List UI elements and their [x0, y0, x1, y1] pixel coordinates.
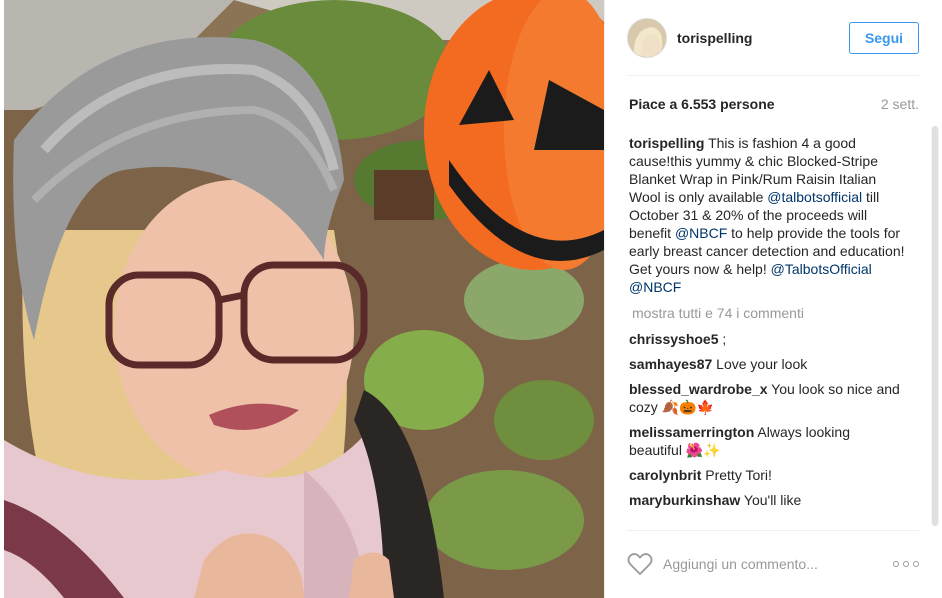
comment-item: samhayes87 Love your look	[629, 355, 905, 373]
post-time[interactable]: 2 sett.	[881, 96, 919, 112]
heart-outline-icon[interactable]	[627, 552, 653, 576]
selfie-image	[4, 0, 604, 598]
header-divider	[627, 75, 919, 76]
comment-bar	[627, 546, 919, 582]
comments-list: torispelling This is fashion 4 a good ca…	[629, 134, 905, 528]
dot	[893, 561, 899, 567]
dot	[913, 561, 919, 567]
comment-item: maryburkinshaw You'll like	[629, 491, 905, 509]
comment-item: carolynbrit Pretty Tori!	[629, 466, 905, 484]
avatar[interactable]	[627, 18, 667, 58]
add-comment-input[interactable]	[663, 556, 893, 572]
comment-username[interactable]: carolynbrit	[629, 467, 701, 483]
more-options-icon[interactable]	[893, 559, 919, 569]
comment-username[interactable]: blessed_wardrobe_x	[629, 381, 768, 397]
post-caption: torispelling This is fashion 4 a good ca…	[629, 134, 905, 296]
post-details-panel: torispelling Segui Piace a 6.553 persone…	[604, 0, 942, 598]
comment-text: You'll like	[740, 492, 802, 508]
scrollbar-thumb[interactable]	[932, 126, 938, 526]
avatar-image	[628, 19, 666, 57]
post-photo[interactable]	[4, 0, 604, 598]
likes-row: Piace a 6.553 persone 2 sett.	[629, 94, 919, 114]
comment-text: ;	[718, 331, 727, 347]
comment-item: melissamerrington Always looking beautif…	[629, 423, 905, 459]
comment-text: Love your look	[712, 356, 808, 372]
view-all-comments-link[interactable]: mostra tutti e 74 i commenti	[632, 304, 905, 322]
mention-link[interactable]: @TalbotsOfficial	[771, 261, 872, 277]
likes-count[interactable]: Piace a 6.553 persone	[629, 96, 775, 112]
comment-username[interactable]: melissamerrington	[629, 424, 754, 440]
username-link[interactable]: torispelling	[677, 30, 849, 46]
mention-link[interactable]: @NBCF	[629, 279, 681, 295]
follow-button[interactable]: Segui	[849, 22, 919, 54]
dot	[903, 561, 909, 567]
comment-item: chrissyshoe5 ;	[629, 330, 905, 348]
mention-link[interactable]: @talbotsofficial	[767, 189, 862, 205]
comment-item: blessed_wardrobe_x You look so nice and …	[629, 380, 905, 416]
comment-username[interactable]: chrissyshoe5	[629, 331, 719, 347]
comments-scrollbar[interactable]	[931, 126, 939, 526]
mention-link[interactable]: @NBCF	[675, 225, 727, 241]
comment-username[interactable]: samhayes87	[629, 356, 712, 372]
comment-text: Pretty Tori!	[701, 467, 772, 483]
comment-username[interactable]: maryburkinshaw	[629, 492, 740, 508]
comments-divider	[627, 530, 919, 531]
post-header: torispelling Segui	[627, 16, 919, 60]
caption-username[interactable]: torispelling	[629, 135, 704, 151]
